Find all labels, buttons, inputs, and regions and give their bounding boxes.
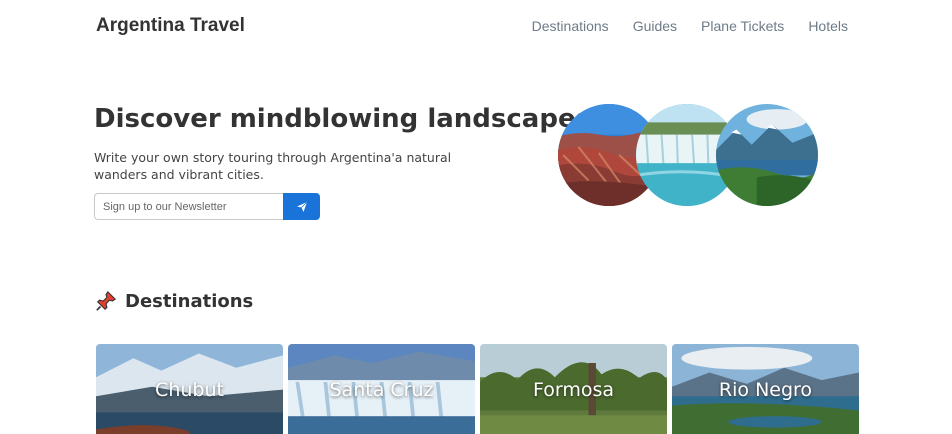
hero-title: Discover mindblowing landscapes xyxy=(94,104,592,134)
destination-cards: Chubut Santa Cruz Formosa Rio Negro xyxy=(96,344,859,434)
lake-mountains-photo xyxy=(716,104,818,206)
destination-label: Rio Negro xyxy=(718,379,813,401)
paper-plane-icon xyxy=(296,201,307,212)
destination-label: Formosa xyxy=(532,379,615,401)
pushpin-icon xyxy=(96,290,117,311)
destination-card-chubut[interactable]: Chubut xyxy=(96,344,283,434)
main-nav: Destinations Guides Plane Tickets Hotels xyxy=(532,18,848,34)
destinations-title: Destinations xyxy=(125,290,254,312)
destination-label: Santa Cruz xyxy=(329,379,434,401)
brand-logo[interactable]: Argentina Travel xyxy=(96,15,245,37)
nav-guides[interactable]: Guides xyxy=(633,18,677,34)
destination-card-rio-negro[interactable]: Rio Negro xyxy=(672,344,859,434)
newsletter-email-input[interactable] xyxy=(94,193,283,220)
destination-card-santa-cruz[interactable]: Santa Cruz xyxy=(288,344,475,434)
newsletter-form xyxy=(94,193,320,220)
nav-plane-tickets[interactable]: Plane Tickets xyxy=(701,18,784,34)
nav-destinations[interactable]: Destinations xyxy=(532,18,609,34)
newsletter-submit-button[interactable] xyxy=(283,193,320,220)
destination-card-formosa[interactable]: Formosa xyxy=(480,344,667,434)
nav-hotels[interactable]: Hotels xyxy=(808,18,848,34)
hero-subtitle: Write your own story touring through Arg… xyxy=(94,150,452,182)
destination-label: Chubut xyxy=(155,379,224,401)
destinations-heading: Destinations xyxy=(95,290,253,312)
